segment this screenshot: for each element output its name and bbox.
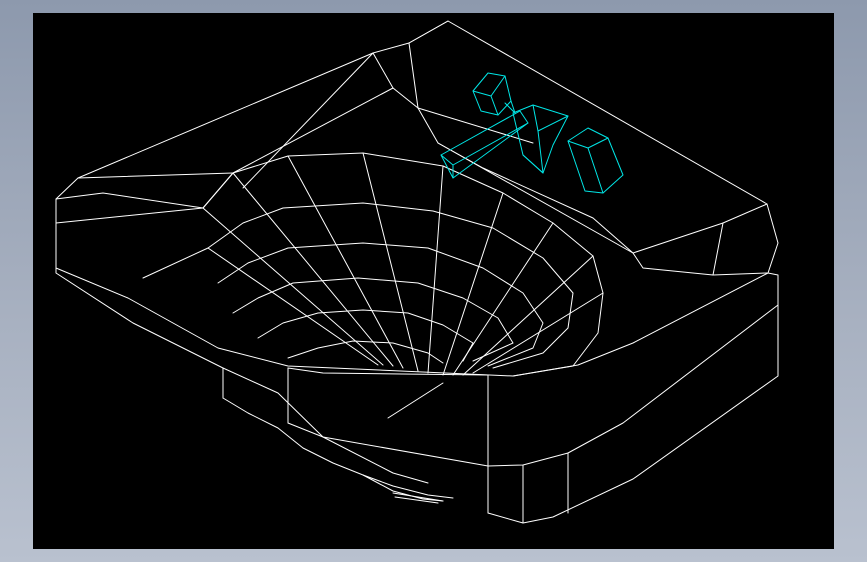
faucet-base-edge-3 — [537, 130, 544, 174]
front-edge-1 — [487, 304, 779, 467]
faucet-handle-right — [567, 127, 624, 194]
bowl-radial-3 — [362, 152, 419, 372]
front-diagonal — [387, 382, 444, 419]
sink-body-wireframe — [55, 20, 779, 524]
bowl-radial-5 — [442, 192, 504, 376]
rim-left-2 — [55, 207, 204, 224]
front-face-left — [55, 267, 429, 484]
cad-viewport[interactable] — [33, 13, 834, 549]
faucet-wireframe — [440, 72, 624, 194]
bowl-radial-9 — [207, 247, 379, 366]
bottom-curve — [222, 397, 454, 499]
bowl-ring-5 — [257, 309, 474, 362]
faucet-spout-edge-1 — [440, 154, 454, 166]
deck-line-3 — [712, 272, 768, 276]
faucet-base-edge-4 — [522, 154, 544, 174]
faucet-handle-right-edge — [587, 147, 604, 194]
rim-left-5 — [242, 52, 374, 189]
faucet-spout-edge-2 — [452, 122, 529, 166]
bowl-ring-3 — [217, 242, 544, 367]
bowl-ring-6 — [287, 340, 444, 364]
deck-line-4 — [408, 20, 449, 44]
faucet-base-edge-1 — [532, 104, 539, 132]
faucet-handle-right-top — [567, 137, 609, 149]
washbasin-model — [55, 20, 779, 524]
rim-left-4 — [232, 87, 394, 174]
bowl-radial-8 — [202, 207, 384, 366]
bowl-radial-10 — [472, 292, 604, 374]
bowl-ring-1 — [202, 152, 604, 377]
rim-left-1 — [77, 172, 234, 179]
bowl-radial-2 — [287, 155, 404, 369]
rim-left-3 — [142, 247, 209, 279]
deck-line-2 — [437, 142, 634, 254]
front-face-bottom — [487, 272, 779, 524]
bowl-radial-4 — [427, 165, 444, 374]
rim-outline — [55, 20, 779, 377]
faucet-handle-left-edge — [490, 95, 499, 116]
front-edge-3 — [287, 422, 489, 467]
faucet-base-edge-2 — [537, 115, 569, 132]
